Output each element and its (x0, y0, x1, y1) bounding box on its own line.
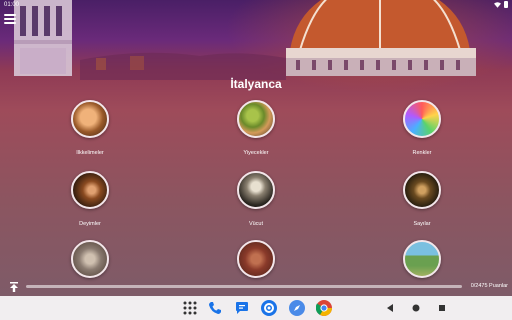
category-item[interactable]: Renkler (382, 100, 462, 156)
category-item[interactable] (382, 240, 462, 278)
messages-icon[interactable] (234, 300, 250, 316)
points-progress-bar (26, 285, 462, 288)
category-item[interactable] (216, 240, 296, 278)
category-label: Deyimler (79, 221, 101, 227)
category-item[interactable]: Vücut (216, 171, 296, 227)
category-item[interactable] (50, 240, 130, 278)
category-label: Sayılar (413, 221, 431, 227)
app-screen: 01:00 İtalyanca Ilkkelimeler Yiyecekler … (0, 0, 512, 296)
dice-icon (403, 171, 441, 209)
building-icon (403, 240, 441, 278)
points-text: 0/2475 Puanlar (470, 283, 508, 289)
violin-icon (71, 171, 109, 209)
progress-bar-area: 0/2475 Puanlar (0, 278, 512, 296)
baby-face-icon (71, 100, 109, 138)
category-item[interactable]: Deyimler (50, 171, 130, 227)
android-nav-bar (0, 296, 512, 320)
category-label: Renkler (412, 150, 432, 156)
color-splash-icon (403, 100, 441, 138)
category-item[interactable]: Sayılar (382, 171, 462, 227)
food-plate-icon (237, 100, 275, 138)
scroll-to-top-icon[interactable] (8, 281, 20, 293)
category-item[interactable]: Ilkkelimeler (50, 100, 130, 156)
frog-icon (71, 240, 109, 278)
category-item[interactable]: Yiyecekler (216, 100, 296, 156)
settings-icon[interactable] (261, 300, 277, 316)
skeleton-icon (237, 171, 275, 209)
apps-grid-icon[interactable] (182, 300, 198, 316)
category-grid: Ilkkelimeler Yiyecekler Renkler Deyimler… (0, 0, 512, 296)
home-icon[interactable] (408, 300, 424, 316)
animal-icon (237, 240, 275, 278)
chrome-icon[interactable] (316, 300, 332, 316)
recents-icon[interactable] (434, 300, 450, 316)
back-icon[interactable] (382, 300, 398, 316)
category-label: Vücut (248, 221, 264, 227)
category-label: Yiyecekler (243, 150, 269, 156)
phone-icon[interactable] (207, 300, 223, 316)
compass-browser-icon[interactable] (289, 300, 305, 316)
category-label: Ilkkelimeler (76, 150, 104, 156)
